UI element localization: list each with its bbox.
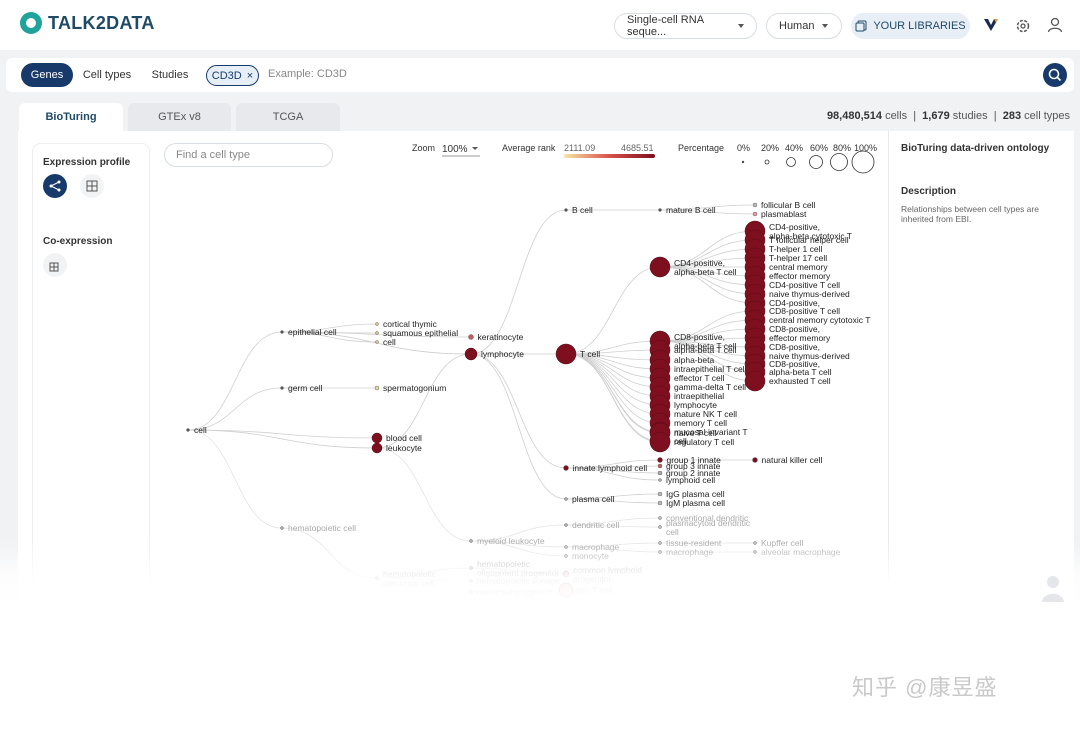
tree-label-regT: regulatory T cell <box>674 437 734 447</box>
tree-label-epi: epithelial cell <box>288 327 337 337</box>
ontology-tree[interactable]: cell epithelial cell germ cell hematopoieti… <box>0 0 888 620</box>
tree-node-conv[interactable] <box>658 516 662 520</box>
avatar-icon <box>1042 576 1064 602</box>
cells-label: cells <box>885 110 908 122</box>
tree-node-epi[interactable] <box>280 330 284 334</box>
tree-node-pdc[interactable] <box>658 525 662 529</box>
tree-edge <box>470 353 567 469</box>
tree-label-exh: exhausted T cell <box>769 376 831 386</box>
studies-label: studies <box>952 110 988 122</box>
tree-edge <box>470 353 567 500</box>
tree-node-cd4[interactable] <box>649 256 671 278</box>
studies-count: 1,679 <box>922 110 950 122</box>
v-logo-icon[interactable] <box>983 17 999 33</box>
gear-icon[interactable] <box>1015 18 1031 34</box>
tree-node-tcell[interactable] <box>555 343 577 365</box>
tree-node-nk[interactable] <box>752 457 758 463</box>
tree-node-g2[interactable] <box>657 470 663 476</box>
tree-node-g1[interactable] <box>657 457 663 463</box>
tree-label-pdc-2: cell <box>666 527 679 537</box>
search-button[interactable] <box>1043 63 1067 87</box>
tree-label-plasma: plasma cell <box>572 494 615 504</box>
right-divider <box>888 131 889 579</box>
tree-label-cd4-2: alpha-beta T cell <box>674 267 737 277</box>
tree-node-kera[interactable] <box>468 334 474 340</box>
tree-label-lympho: lymphocyte <box>481 349 524 359</box>
tree-label-ab: alpha-beta T cell <box>674 345 737 355</box>
tree-node-hema[interactable] <box>280 526 284 530</box>
description-text: Relationships between cell types are inh… <box>901 204 1039 224</box>
types-label: cell types <box>1024 110 1070 122</box>
tree-label-germ: germ cell <box>288 383 323 393</box>
tree-edge <box>187 429 283 529</box>
tree-node-squam[interactable] <box>375 331 379 335</box>
tree-node-folB[interactable] <box>752 202 758 208</box>
tree-node-matureB[interactable] <box>658 208 662 212</box>
tree-edge <box>376 447 472 542</box>
types-count: 283 <box>1002 110 1022 122</box>
tree-label-lc: lymphoid cell <box>666 475 715 485</box>
ontology-title: BioTuring data-driven ontology <box>901 143 1050 154</box>
tree-label-igm: IgM plasma cell <box>666 498 725 508</box>
tree-label-kera: keratinocyte <box>478 332 524 342</box>
tree-node-bcell[interactable] <box>564 208 568 212</box>
tree-label-sperm: spermatogonium <box>383 383 446 393</box>
tree-label-celltxt: cell <box>383 337 396 347</box>
tree-edge <box>187 331 283 431</box>
tree-label-leuko: leukocyte <box>386 443 422 453</box>
tree-node-cell[interactable] <box>186 428 190 432</box>
tree-edge <box>565 353 661 424</box>
tree-node-igm[interactable] <box>657 500 663 506</box>
tree-node-g3[interactable] <box>657 463 663 469</box>
watermark: 知乎 @康昱盛 <box>852 675 998 700</box>
bottom-fade <box>0 540 1080 630</box>
tree-label-blood: blood cell <box>386 433 422 443</box>
tree-label-bcell: B cell <box>572 205 593 215</box>
tree-label-cell: cell <box>194 425 207 435</box>
tree-edge <box>187 429 378 439</box>
tree-node-blood[interactable] <box>371 432 383 444</box>
tree-edge <box>565 353 661 397</box>
tree-label-nk: natural killer cell <box>762 455 823 465</box>
tree-label-tcell: T cell <box>580 349 600 359</box>
tree-node-cortical[interactable] <box>375 322 379 326</box>
tree-node-plasmablast[interactable] <box>752 211 758 217</box>
tree-node-dend[interactable] <box>564 523 568 527</box>
tree-node-innate[interactable] <box>563 465 569 471</box>
tree-node-igg[interactable] <box>657 491 663 497</box>
tree-edge <box>565 266 661 355</box>
tree-edge <box>565 353 661 443</box>
tree-node-exh[interactable] <box>744 370 766 392</box>
description-title: Description <box>901 186 957 197</box>
tree-node-regT[interactable] <box>649 431 671 453</box>
tree-label-innate: innate lymphoid cell <box>573 463 648 473</box>
tree-node-leuko[interactable] <box>371 442 383 454</box>
tree-label-dend: dendritic cell <box>572 520 619 530</box>
tree-node-plasma[interactable] <box>564 497 568 501</box>
tree-node-sperm[interactable] <box>374 385 380 391</box>
tree-node-germ[interactable] <box>280 386 284 390</box>
tree-label-plasmablast: plasmablast <box>761 209 807 219</box>
tree-node-celltxt[interactable] <box>375 340 379 344</box>
tree-node-lc[interactable] <box>658 478 662 482</box>
tree-label-hema: hematopoietic cell <box>288 523 356 533</box>
tree-label-matureB: mature B cell <box>666 205 716 215</box>
tree-edge <box>565 353 661 415</box>
search-icon <box>1048 68 1062 82</box>
user-icon[interactable] <box>1047 17 1063 33</box>
tree-node-lympho[interactable] <box>464 347 478 361</box>
tree-edge <box>187 387 283 431</box>
